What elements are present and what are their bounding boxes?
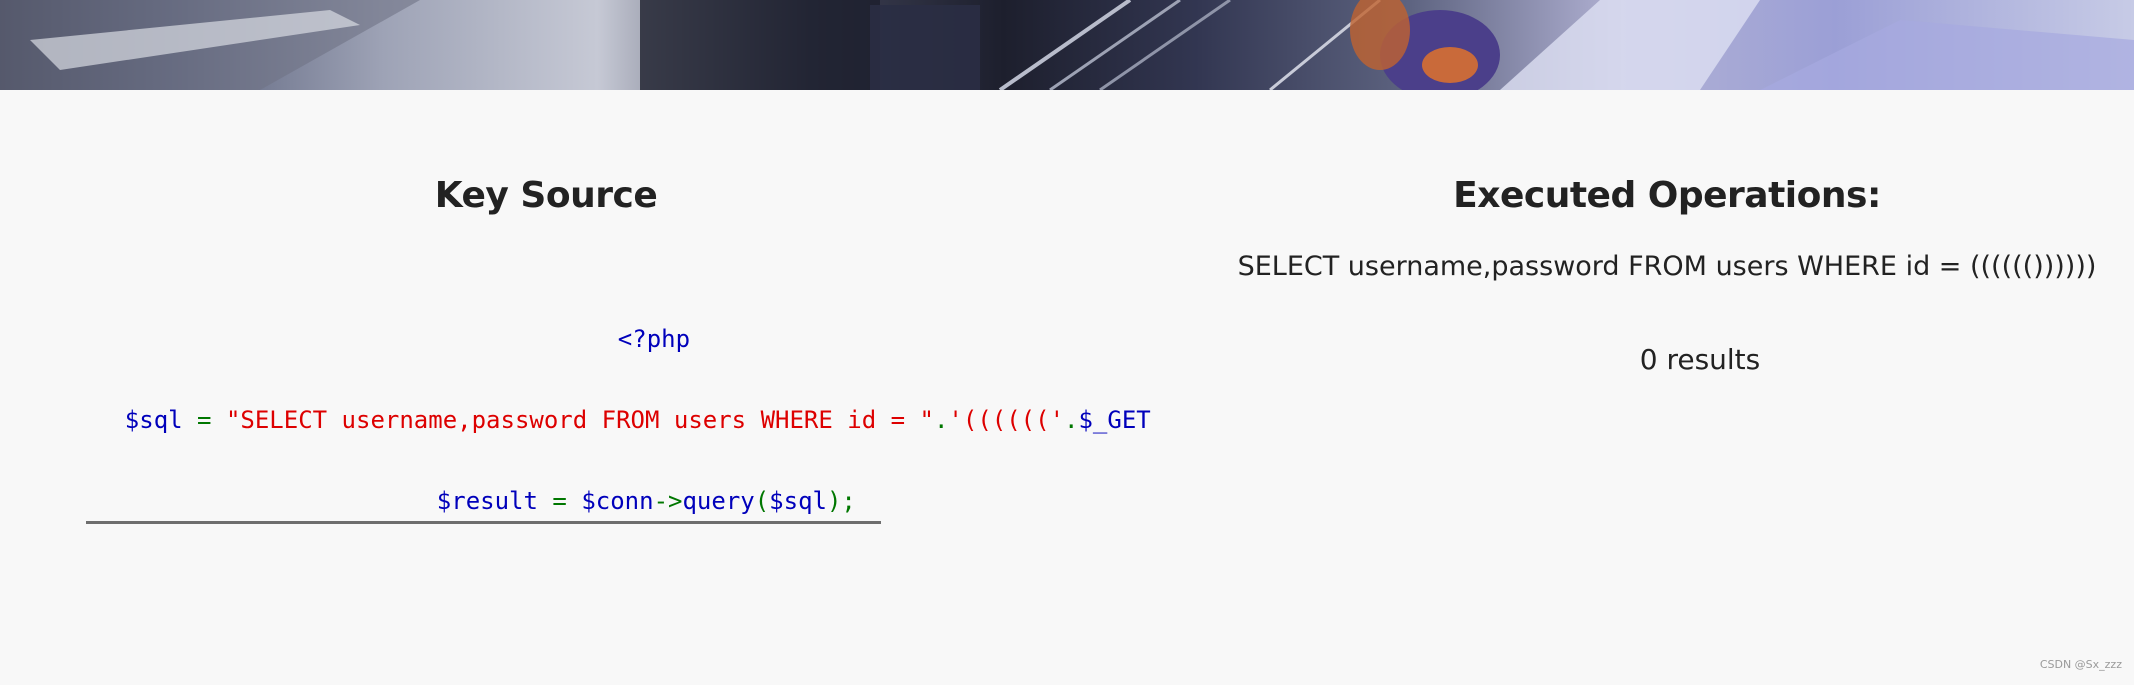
sql-variable: $sql [124,406,183,434]
results-count: 0 results [1639,343,1761,376]
executed-operations-heading: Executed Operations: [1453,175,1881,216]
sql-concat-2: . [1064,406,1079,434]
paren-close: ); [826,487,856,515]
executed-query-text: SELECT username,password FROM users WHER… [1237,251,2097,282]
sql-concat-1: . [933,406,949,434]
key-source-panel: Key Source [50,175,1142,216]
code-line-result: $result = $conn->query($sql); [379,450,856,552]
conn-variable: $conn [581,487,654,515]
query-function: query [682,487,755,515]
sql-assign: = [182,406,226,434]
key-source-heading: Key Source [434,175,658,216]
header-banner-image [0,0,2134,90]
horizontal-divider [86,521,881,524]
query-argument: $sql [769,487,827,515]
php-open-tag: <?php [617,325,691,353]
result-variable: $result [436,487,538,515]
executed-operations-panel: Executed Operations: [1200,175,2134,216]
result-assign: = [537,487,582,515]
arrow-operator: -> [653,487,683,515]
paren-open: ( [754,487,770,515]
sql-get-var: $_GET [1078,406,1151,434]
banner-artwork [0,0,2134,90]
sql-parens-string: '((((((' [948,406,1065,434]
watermark-text: CSDN @Sx_zzz [2039,658,2122,671]
sql-string: "SELECT username,password FROM users WHE… [225,406,934,434]
